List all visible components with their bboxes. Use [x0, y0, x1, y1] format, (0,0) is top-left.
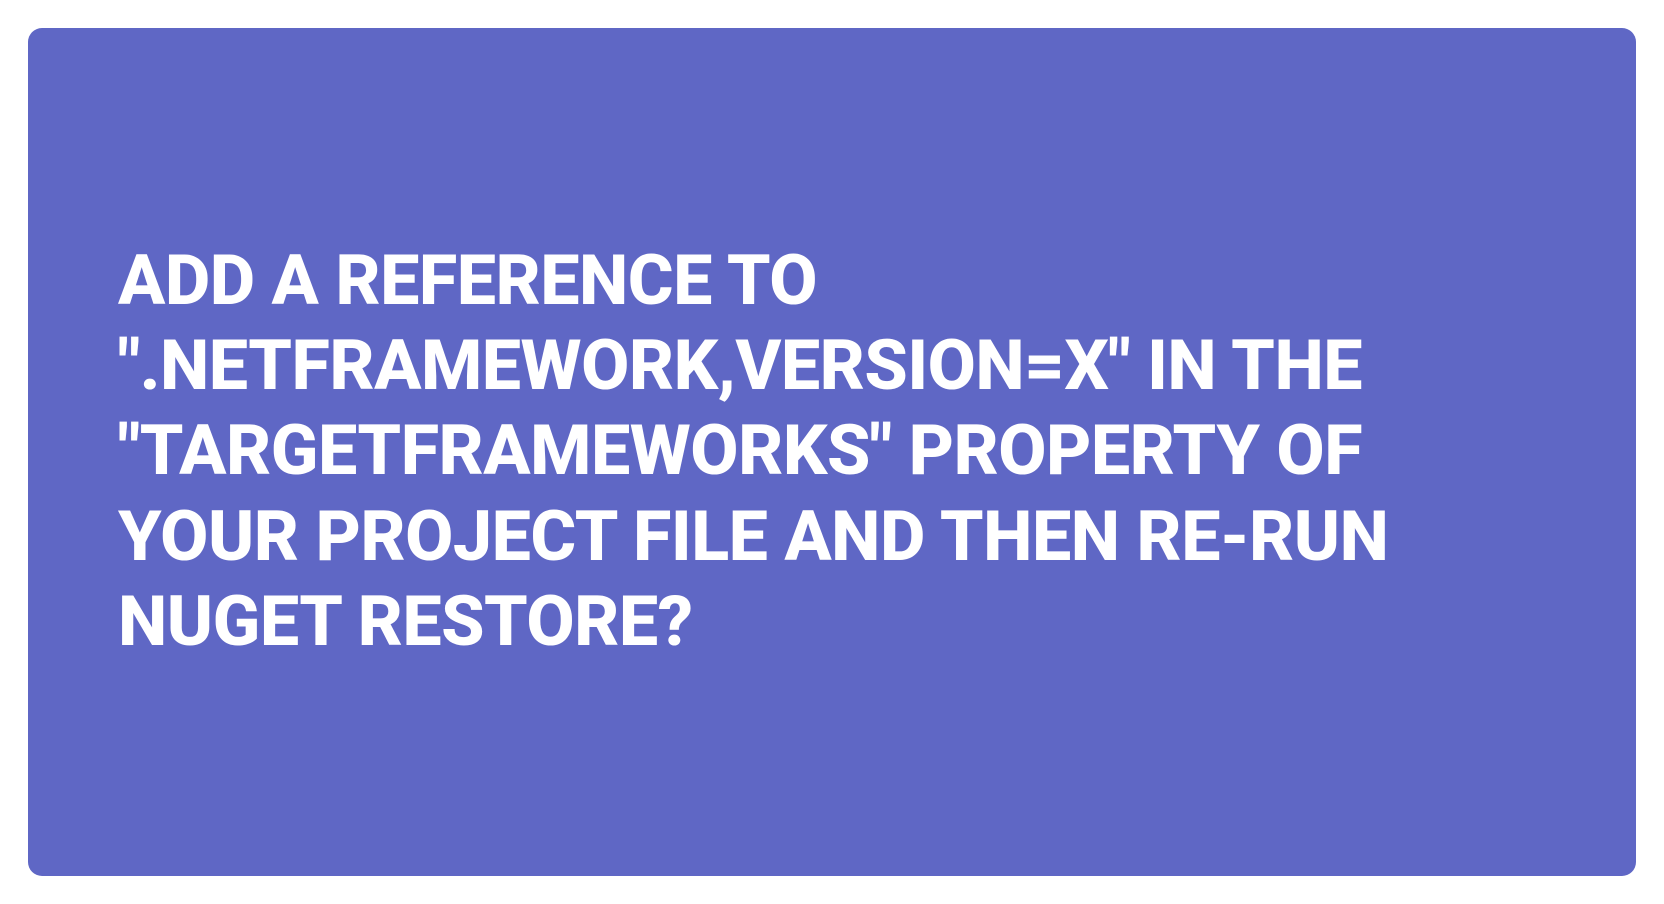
info-card: ADD A REFERENCE TO ".NETFRAMEWORK,VERSIO…: [28, 28, 1636, 876]
card-message: ADD A REFERENCE TO ".NETFRAMEWORK,VERSIO…: [118, 239, 1546, 666]
